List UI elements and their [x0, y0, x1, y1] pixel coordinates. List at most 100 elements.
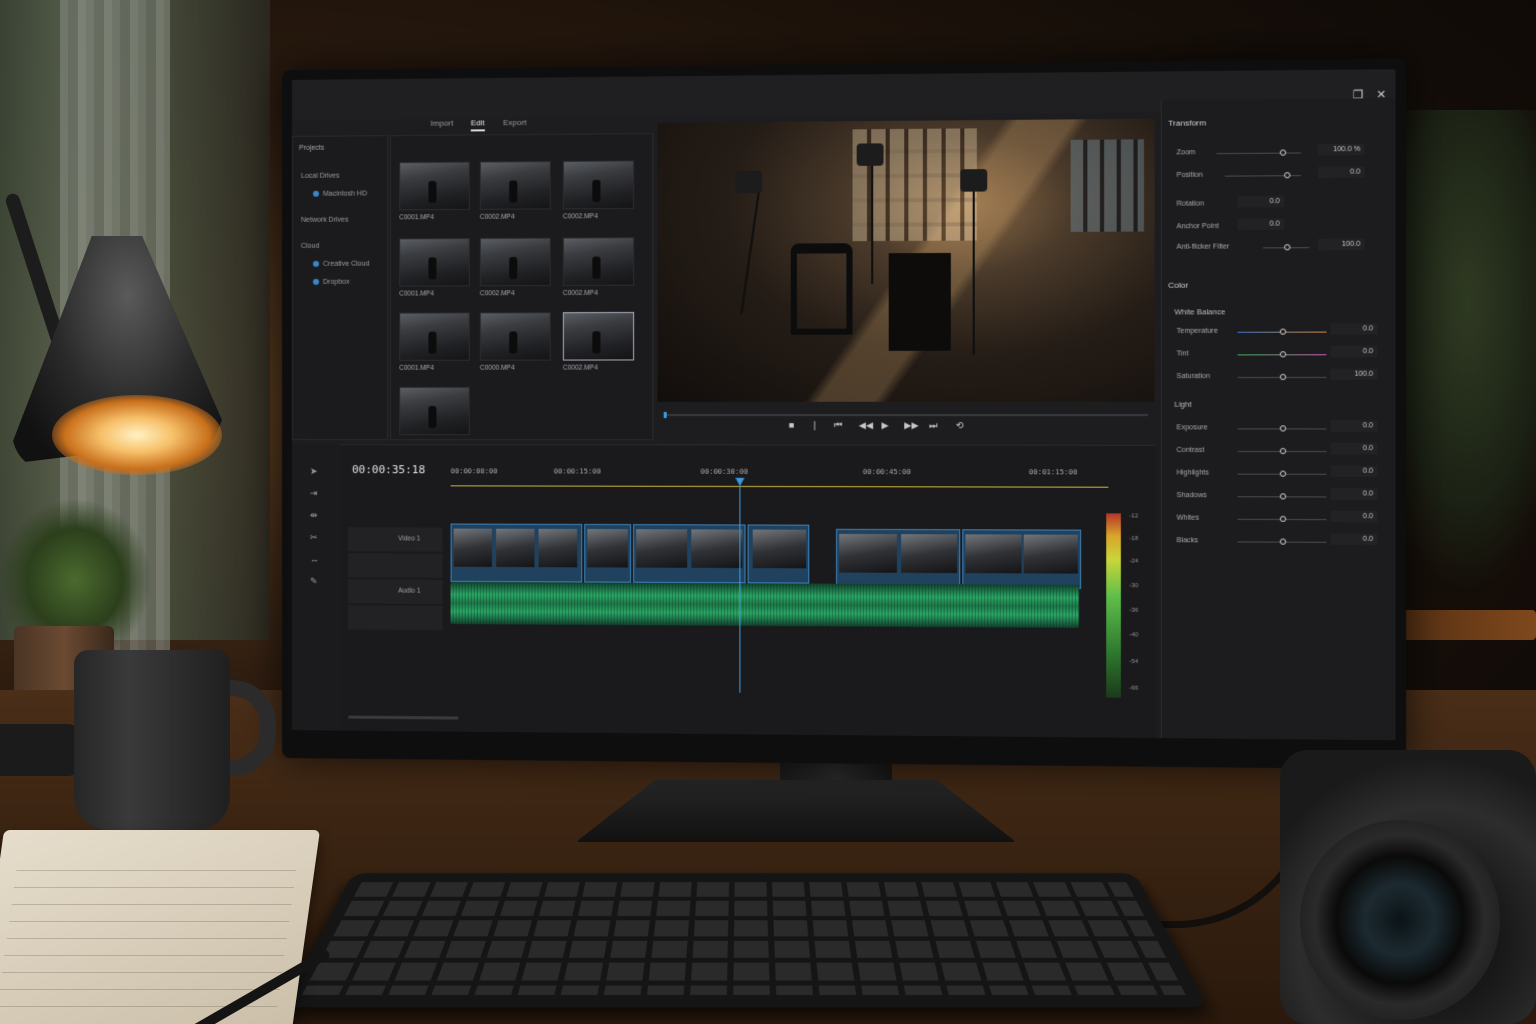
zoom-value[interactable]: 100.0 %	[1317, 143, 1365, 156]
slip-tool-icon[interactable]: ↔	[310, 554, 319, 564]
tint-value[interactable]: 0.0	[1330, 345, 1378, 358]
anti-flicker-slider[interactable]	[1262, 244, 1310, 251]
slider-knob[interactable]	[1279, 425, 1287, 432]
slider-knob[interactable]	[1284, 244, 1291, 251]
section-local-drives[interactable]: Local Drives	[301, 173, 340, 180]
lamp-base	[0, 724, 80, 776]
media-label: C0001.MP4	[399, 214, 434, 222]
pen-tool-icon[interactable]: ✎	[310, 576, 318, 587]
step-back-icon[interactable]: ◀◀	[859, 420, 873, 431]
light-header[interactable]: Light	[1174, 400, 1191, 409]
slider-knob[interactable]	[1279, 493, 1287, 500]
timeline-scrollbar[interactable]	[348, 715, 459, 720]
source-dropbox[interactable]: Dropbox	[312, 279, 350, 286]
loop-icon[interactable]: ⟲	[956, 420, 964, 431]
slider-knob[interactable]	[1279, 447, 1287, 455]
saturation-value[interactable]: 100.0	[1330, 368, 1378, 380]
ripple-tool-icon[interactable]: ⇹	[310, 510, 318, 521]
audio-track-header-2[interactable]	[348, 605, 443, 631]
slider-knob[interactable]	[1279, 351, 1287, 358]
tab-import[interactable]: Import	[430, 119, 453, 128]
exposure-value[interactable]: 0.0	[1330, 420, 1378, 432]
slider-knob[interactable]	[1279, 470, 1287, 477]
preview-scrubber[interactable]	[663, 414, 1149, 417]
video-track-header-2[interactable]	[348, 553, 443, 578]
skip-forward-icon[interactable]: ⏭	[929, 420, 937, 431]
zoom-slider[interactable]	[1216, 149, 1302, 156]
video-clip-selected[interactable]	[747, 524, 810, 584]
contrast-value[interactable]: 0.0	[1330, 442, 1378, 455]
slider-knob[interactable]	[1279, 328, 1287, 335]
slider-knob[interactable]	[1284, 172, 1291, 179]
audio-track-header[interactable]: Audio 1	[348, 579, 443, 604]
contrast-slider[interactable]	[1237, 447, 1327, 455]
time-ruler[interactable]	[450, 485, 1109, 488]
media-thumb[interactable]	[399, 238, 470, 287]
anchor-point-value[interactable]: 0.0	[1237, 218, 1285, 231]
color-header[interactable]: Color	[1168, 281, 1188, 290]
temperature-slider[interactable]	[1237, 328, 1327, 335]
whites-slider[interactable]	[1237, 515, 1327, 523]
position-value[interactable]: 0.0	[1317, 166, 1365, 179]
timeline-panel: 00:00:35:18 00:00:00:00 00:00:15:00 00:0…	[340, 444, 1157, 739]
tab-export[interactable]: Export	[503, 118, 526, 127]
media-thumb[interactable]	[562, 237, 635, 286]
audio-level-meter	[1106, 513, 1121, 698]
select-tool-icon[interactable]: ➤	[310, 466, 318, 477]
skip-back-icon[interactable]: ⏮	[834, 420, 842, 431]
media-thumb[interactable]	[479, 312, 551, 361]
exposure-slider[interactable]	[1237, 425, 1327, 432]
playhead[interactable]	[739, 479, 741, 693]
section-cloud[interactable]: Cloud	[301, 243, 319, 250]
program-monitor[interactable]	[657, 118, 1155, 402]
slider-knob[interactable]	[1279, 515, 1287, 523]
tint-slider[interactable]	[1237, 351, 1327, 358]
transform-header[interactable]: Transform	[1168, 118, 1206, 128]
audio-waveform[interactable]	[450, 581, 1080, 628]
saturation-slider[interactable]	[1237, 373, 1327, 381]
temperature-value[interactable]: 0.0	[1330, 323, 1378, 335]
media-thumb[interactable]	[399, 161, 470, 211]
slider-knob[interactable]	[1279, 149, 1287, 156]
marker-icon[interactable]: ■	[789, 420, 795, 430]
video-clip[interactable]	[450, 523, 583, 583]
ruler-label: 00:00:15:00	[553, 467, 601, 476]
blacks-slider[interactable]	[1237, 538, 1327, 545]
video-clip[interactable]	[836, 528, 961, 589]
highlights-slider[interactable]	[1237, 470, 1327, 477]
media-thumb[interactable]	[399, 312, 470, 361]
source-creative-cloud[interactable]: Creative Cloud	[312, 261, 369, 268]
source-macintosh-hd[interactable]: Macintosh HD	[312, 190, 367, 198]
razor-tool-icon[interactable]: ✂	[310, 532, 318, 543]
media-thumb[interactable]	[562, 160, 635, 210]
anti-flicker-value[interactable]: 100.0	[1317, 238, 1365, 251]
video-clip[interactable]	[584, 523, 632, 583]
playhead-timecode[interactable]: 00:00:35:18	[352, 463, 425, 476]
rotation-value[interactable]: 0.0	[1237, 195, 1285, 208]
shadows-slider[interactable]	[1237, 493, 1327, 500]
notebook-lines	[0, 854, 299, 1012]
section-network-drives[interactable]: Network Drives	[301, 217, 349, 224]
blacks-value[interactable]: 0.0	[1330, 533, 1378, 546]
tab-edit[interactable]: Edit	[470, 118, 485, 132]
play-icon[interactable]: ▶	[881, 420, 888, 431]
camera-lens	[1300, 820, 1500, 1020]
media-thumb[interactable]	[479, 161, 551, 210]
shadows-value[interactable]: 0.0	[1330, 488, 1378, 500]
drive-icon	[312, 190, 319, 197]
step-forward-icon[interactable]: ▶▶	[904, 420, 918, 431]
video-clip[interactable]	[962, 529, 1082, 589]
whites-value[interactable]: 0.0	[1330, 510, 1378, 523]
mark-in-icon[interactable]: |	[813, 420, 815, 430]
position-slider[interactable]	[1224, 172, 1302, 179]
highlights-value[interactable]: 0.0	[1330, 465, 1378, 477]
track-select-tool-icon[interactable]: ⇥	[310, 488, 318, 499]
meter-label: -54	[1129, 658, 1139, 666]
slider-knob[interactable]	[1279, 538, 1287, 545]
media-thumb[interactable]	[479, 237, 551, 287]
video-track-header[interactable]: Video 1	[348, 527, 443, 552]
video-clip[interactable]	[633, 524, 746, 584]
media-thumb[interactable]	[399, 386, 470, 436]
slider-knob[interactable]	[1279, 373, 1287, 381]
media-thumb-selected[interactable]	[562, 311, 635, 361]
